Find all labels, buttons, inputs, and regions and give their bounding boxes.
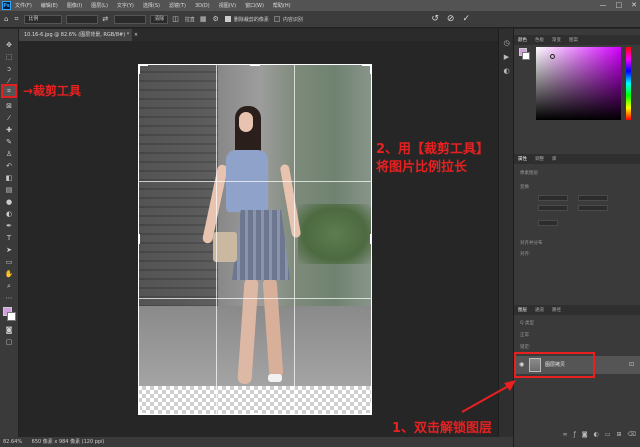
annotation-arrow (461, 380, 516, 413)
